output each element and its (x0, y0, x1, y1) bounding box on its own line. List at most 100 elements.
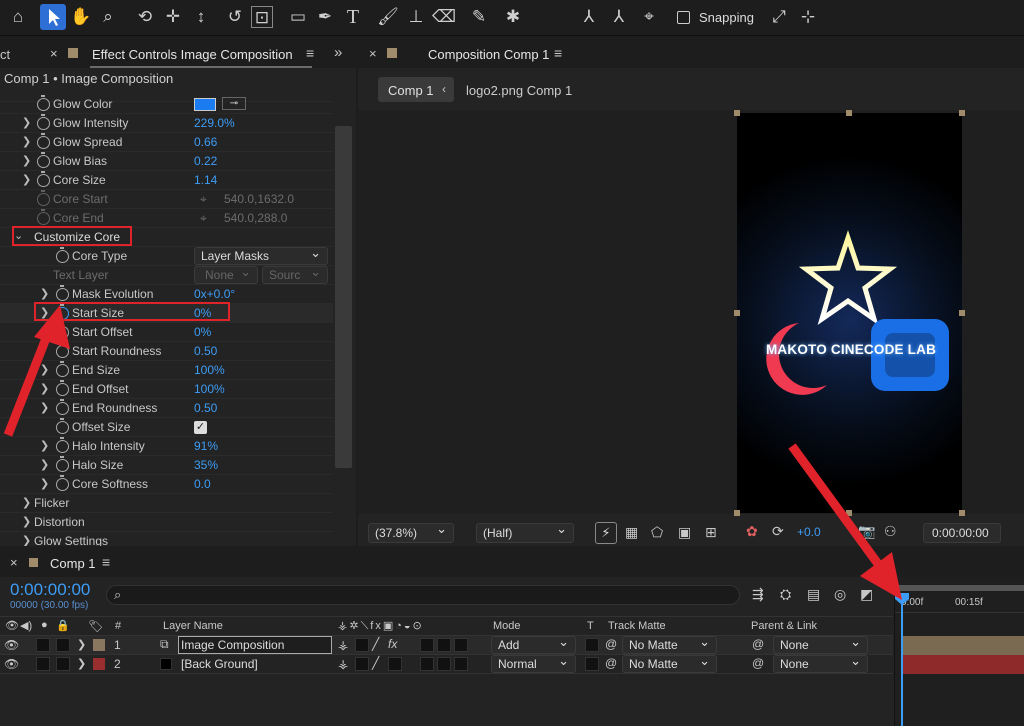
panel-menu-icon[interactable]: ≡ (102, 554, 110, 570)
brush-icon[interactable]: 🖌 (377, 6, 399, 28)
parent-pickwhip-icon[interactable]: @ (752, 637, 764, 651)
color-channels-icon[interactable]: ✿ (746, 523, 758, 540)
blend-mode-dropdown[interactable]: Normal (491, 653, 576, 673)
eraser-icon[interactable]: ⌫ (432, 6, 456, 28)
chevron-right-icon[interactable]: ❯ (40, 458, 49, 471)
comp-breadcrumb-active[interactable]: Comp 1 ‹ (378, 77, 454, 102)
audio-toggle[interactable] (36, 638, 50, 652)
comp-breadcrumb-next[interactable]: logo2.png Comp 1 (466, 83, 572, 98)
lock-icon[interactable] (387, 48, 397, 58)
close-icon[interactable]: × (369, 46, 377, 61)
preserve-transparency-toggle[interactable] (585, 657, 599, 671)
track-matte-dropdown[interactable]: No Matte (622, 653, 717, 673)
quality-switch-icon[interactable]: ╱ (372, 637, 379, 651)
matte-pickwhip-icon[interactable]: @ (605, 656, 617, 670)
chevron-right-icon[interactable]: ❯ (22, 534, 31, 546)
panel-overflow-icon[interactable]: » (334, 44, 342, 61)
axis-view-icon[interactable]: ⌖ (638, 6, 660, 28)
lock-icon[interactable] (68, 48, 78, 58)
core-type-dropdown[interactable]: Layer Masks (194, 245, 328, 265)
3d-switch[interactable] (454, 638, 468, 652)
mask-visibility-icon[interactable]: ⬠ (651, 524, 663, 541)
text-layer-dropdown[interactable]: None (194, 264, 258, 284)
tab-effect-controls[interactable]: Effect Controls Image Composition (92, 47, 293, 62)
lock-toggle[interactable] (56, 657, 70, 671)
chevron-right-icon[interactable]: ❯ (22, 173, 31, 186)
property-value[interactable]: 35% (194, 458, 218, 472)
eye-icon[interactable]: 👁 (4, 638, 19, 652)
group-row-glow-settings[interactable]: ❯ Glow Settings (0, 532, 333, 546)
pan-icon[interactable]: ✛ (162, 6, 184, 28)
stopwatch-icon[interactable] (37, 95, 50, 111)
3d-switch[interactable] (454, 657, 468, 671)
frame-blend-switch[interactable] (420, 657, 434, 671)
transform-handle[interactable] (846, 110, 852, 116)
transparency-grid-icon[interactable]: ▦ (625, 524, 638, 541)
parent-pickwhip-icon[interactable]: @ (752, 656, 764, 670)
stopwatch-icon[interactable] (56, 247, 69, 263)
snapping-checkbox[interactable] (677, 11, 690, 24)
home-icon[interactable]: ⌂ (7, 6, 29, 28)
property-value[interactable]: 0.0 (194, 477, 211, 491)
chevron-right-icon[interactable]: ❯ (22, 116, 31, 129)
group-row-distortion[interactable]: ❯ Distortion (0, 513, 333, 532)
preserve-transparency-toggle[interactable] (585, 638, 599, 652)
property-value[interactable]: 0.50 (194, 401, 217, 415)
transform-handle[interactable] (734, 110, 740, 116)
transform-handle[interactable] (734, 510, 740, 516)
property-value[interactable]: 91% (194, 439, 218, 453)
layer-name[interactable]: [Back Ground] (181, 657, 258, 671)
close-icon[interactable]: × (10, 555, 18, 570)
shy-switch-icon[interactable]: ⚶ (338, 657, 348, 671)
motion-blur-switch[interactable] (437, 638, 451, 652)
lock-toggle[interactable] (56, 638, 70, 652)
chevron-right-icon[interactable]: ❯ (22, 515, 31, 528)
rotate-icon[interactable]: ↺ (224, 6, 246, 28)
guides-icon[interactable]: ⊞ (705, 524, 717, 541)
shy-switch-icon[interactable]: ⚶ (338, 638, 348, 652)
puppet-icon[interactable]: ✱ (502, 6, 524, 28)
axis-local-icon[interactable]: ⅄ (578, 6, 600, 28)
group-row-flicker[interactable]: ❯ Flicker (0, 494, 333, 513)
collapse-switch[interactable] (355, 657, 369, 671)
orbit-icon[interactable]: ⟲ (134, 6, 156, 28)
transform-handle[interactable] (959, 510, 965, 516)
panel-menu-icon[interactable]: ≡ (554, 45, 562, 61)
snap-edges-icon[interactable]: ⤢ (768, 6, 790, 28)
property-value[interactable]: 100% (194, 363, 225, 377)
layer-name-field[interactable]: Image Composition (178, 636, 332, 654)
type-icon[interactable]: T (342, 6, 364, 28)
region-of-interest-icon[interactable]: ▣ (678, 524, 691, 541)
snap-features-icon[interactable]: ⊹ (797, 6, 819, 28)
resolution-dropdown[interactable]: (Half) (476, 521, 574, 543)
chevron-right-icon[interactable]: ❯ (40, 477, 49, 490)
table-row-layer-2[interactable]: 👁 ❯ 2 [Back Ground] ⚶ ╱ Normal @ No Matt… (0, 653, 893, 674)
blend-mode-dropdown[interactable]: Add (491, 634, 576, 654)
reset-exposure-icon[interactable]: ⟳ (772, 523, 784, 540)
comp-timecode[interactable]: 0:00:00:00 (923, 523, 1001, 543)
fx-switch-icon[interactable]: fx (388, 637, 397, 651)
comp-mini-flowchart-icon[interactable]: ⇶ (752, 586, 764, 603)
matte-pickwhip-icon[interactable]: @ (605, 637, 617, 651)
close-icon[interactable]: × (50, 46, 58, 61)
stopwatch-icon[interactable] (37, 133, 50, 149)
property-value[interactable]: 1.14 (194, 173, 217, 187)
zoom-icon[interactable]: ⌕ (97, 6, 119, 28)
layer-label-color[interactable] (93, 658, 105, 670)
track-matte-dropdown[interactable]: No Matte (622, 634, 717, 654)
stopwatch-icon[interactable] (37, 152, 50, 168)
eyedropper-icon[interactable]: ⊸ (222, 97, 246, 110)
property-value[interactable]: 229.0% (194, 116, 235, 130)
column-layer-name[interactable]: Layer Name (163, 620, 223, 632)
rectangle-icon[interactable]: ▭ (287, 6, 309, 28)
layer-bar-2[interactable] (901, 655, 1024, 674)
tab-timeline[interactable]: Comp 1 (50, 556, 96, 571)
stopwatch-icon[interactable] (56, 456, 69, 472)
table-row-layer-1[interactable]: 👁 ❯ 1 ⧉ Image Composition ⚶ ╱ fx Add @ N… (0, 634, 893, 655)
fx-switch[interactable] (388, 657, 402, 671)
roto-icon[interactable]: ✎ (468, 6, 490, 28)
parent-dropdown[interactable]: None (773, 634, 868, 654)
zoom-dropdown[interactable]: (37.8%) (368, 521, 454, 543)
property-value[interactable]: 0% (194, 325, 211, 339)
current-time-display[interactable]: 0:00:00:00 (10, 580, 90, 600)
